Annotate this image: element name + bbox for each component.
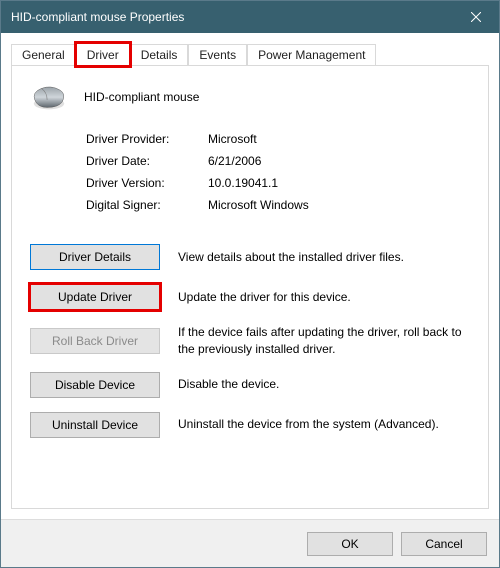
action-row-rollback: Roll Back Driver If the device fails aft… bbox=[30, 324, 470, 358]
device-header: HID-compliant mouse bbox=[30, 82, 470, 112]
driver-info: Driver Provider: Microsoft Driver Date: … bbox=[86, 128, 470, 220]
titlebar: HID-compliant mouse Properties bbox=[1, 1, 499, 33]
uninstall-device-button[interactable]: Uninstall Device bbox=[30, 412, 160, 438]
cancel-button[interactable]: Cancel bbox=[401, 532, 487, 556]
action-row-uninstall: Uninstall Device Uninstall the device fr… bbox=[30, 412, 470, 438]
ok-button[interactable]: OK bbox=[307, 532, 393, 556]
update-driver-button[interactable]: Update Driver bbox=[30, 284, 160, 310]
version-value: 10.0.19041.1 bbox=[208, 176, 278, 190]
info-row-version: Driver Version: 10.0.19041.1 bbox=[86, 176, 470, 190]
driver-details-button[interactable]: Driver Details bbox=[30, 244, 160, 270]
disable-device-button[interactable]: Disable Device bbox=[30, 372, 160, 398]
roll-back-driver-desc: If the device fails after updating the d… bbox=[178, 324, 470, 358]
info-row-date: Driver Date: 6/21/2006 bbox=[86, 154, 470, 168]
update-driver-desc: Update the driver for this device. bbox=[178, 289, 470, 306]
tab-events[interactable]: Events bbox=[188, 44, 247, 65]
driver-actions: Driver Details View details about the in… bbox=[30, 244, 470, 438]
tab-details[interactable]: Details bbox=[130, 44, 189, 65]
info-row-provider: Driver Provider: Microsoft bbox=[86, 132, 470, 146]
roll-back-driver-button: Roll Back Driver bbox=[30, 328, 160, 354]
action-row-disable: Disable Device Disable the device. bbox=[30, 372, 470, 398]
tab-power-management[interactable]: Power Management bbox=[247, 44, 376, 65]
tab-driver[interactable]: Driver bbox=[76, 43, 130, 66]
mouse-icon bbox=[30, 82, 68, 112]
tab-panel-driver: HID-compliant mouse Driver Provider: Mic… bbox=[11, 65, 489, 509]
client-area: General Driver Details Events Power Mana… bbox=[1, 33, 499, 519]
disable-device-desc: Disable the device. bbox=[178, 376, 470, 393]
window-title: HID-compliant mouse Properties bbox=[11, 10, 453, 24]
signer-label: Digital Signer: bbox=[86, 198, 208, 212]
uninstall-device-desc: Uninstall the device from the system (Ad… bbox=[178, 416, 470, 433]
close-button[interactable] bbox=[453, 1, 499, 33]
tab-strip: General Driver Details Events Power Mana… bbox=[11, 41, 489, 65]
close-icon bbox=[471, 12, 481, 22]
date-label: Driver Date: bbox=[86, 154, 208, 168]
provider-value: Microsoft bbox=[208, 132, 257, 146]
driver-details-desc: View details about the installed driver … bbox=[178, 249, 470, 266]
provider-label: Driver Provider: bbox=[86, 132, 208, 146]
properties-dialog: HID-compliant mouse Properties General D… bbox=[0, 0, 500, 568]
device-name: HID-compliant mouse bbox=[84, 90, 199, 104]
action-row-update: Update Driver Update the driver for this… bbox=[30, 284, 470, 310]
dialog-footer: OK Cancel bbox=[1, 519, 499, 567]
date-value: 6/21/2006 bbox=[208, 154, 261, 168]
tab-general[interactable]: General bbox=[11, 44, 76, 65]
signer-value: Microsoft Windows bbox=[208, 198, 309, 212]
info-row-signer: Digital Signer: Microsoft Windows bbox=[86, 198, 470, 212]
action-row-details: Driver Details View details about the in… bbox=[30, 244, 470, 270]
version-label: Driver Version: bbox=[86, 176, 208, 190]
